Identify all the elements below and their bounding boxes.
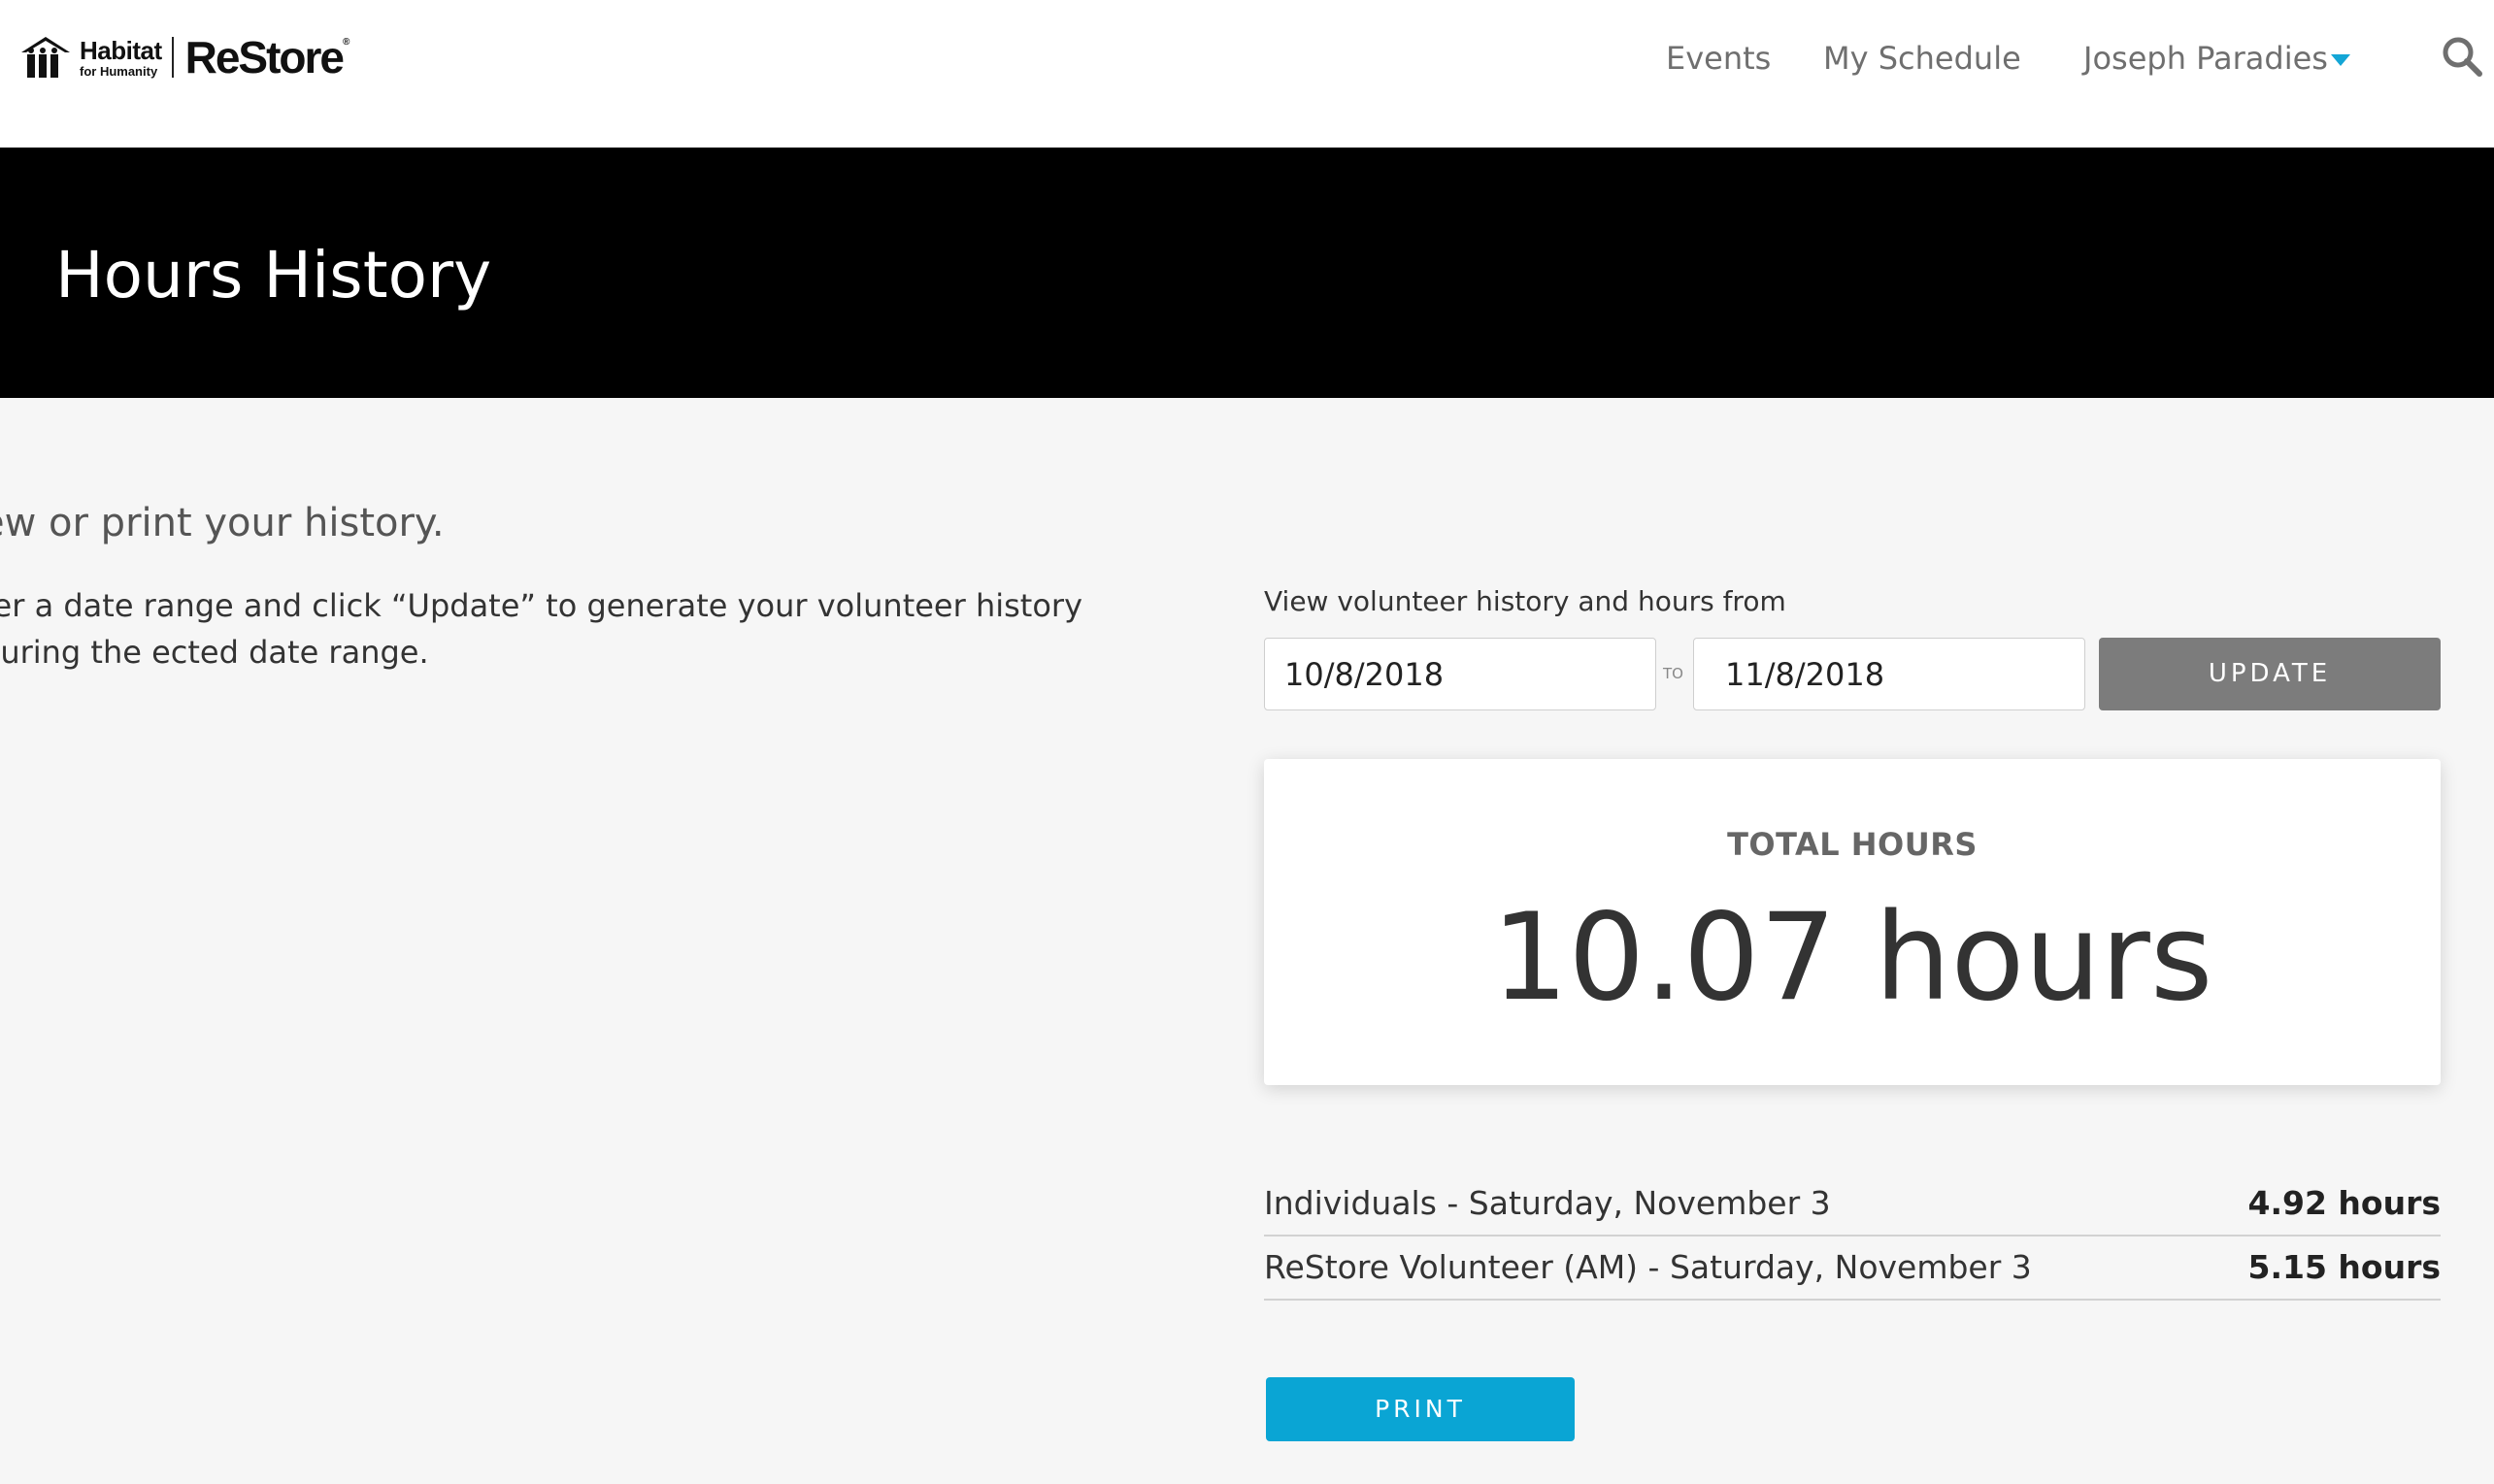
habitat-house-icon xyxy=(21,37,70,78)
intro-text: ter a date range and click “Update” to g… xyxy=(0,587,1082,671)
total-hours-value: 10.07 hours xyxy=(1491,888,2213,1028)
search-icon[interactable] xyxy=(2441,35,2483,78)
history-list: Individuals - Saturday, November 3 4.92 … xyxy=(1264,1172,2441,1301)
user-menu[interactable]: Joseph Paradies xyxy=(2083,37,2328,80)
chevron-down-icon[interactable] xyxy=(2331,54,2350,66)
to-label: TO xyxy=(1663,665,1683,682)
event-hours: 5.15 hours xyxy=(2247,1248,2441,1286)
for-humanity-text: for Humanity xyxy=(80,63,158,79)
start-date-field[interactable] xyxy=(1264,638,1656,710)
restore-logo[interactable]: Habitat for Humanity ReStore® xyxy=(19,31,349,83)
nav-my-schedule[interactable]: My Schedule xyxy=(1823,37,2021,80)
total-hours-label: TOTAL HOURS xyxy=(1727,826,1978,863)
end-date-field[interactable] xyxy=(1693,638,2085,710)
event-name: Individuals - Saturday, November 3 xyxy=(1264,1184,1831,1222)
registered-mark: ® xyxy=(343,37,350,48)
habitat-wordmark: Habitat for Humanity xyxy=(80,38,162,78)
restore-text: ReStore xyxy=(184,32,345,82)
total-hours-card: TOTAL HOURS 10.07 hours xyxy=(1264,759,2441,1085)
habitat-text: Habitat xyxy=(80,35,162,65)
logo-divider xyxy=(171,37,174,78)
page-title: Hours History xyxy=(55,238,492,313)
page-banner: Hours History xyxy=(0,148,2494,398)
list-item: ReStore Volunteer (AM) - Saturday, Novem… xyxy=(1264,1237,2441,1301)
date-range-label: View volunteer history and hours from xyxy=(1264,585,1786,617)
list-item: Individuals - Saturday, November 3 4.92 … xyxy=(1264,1172,2441,1237)
top-navbar: Habitat for Humanity ReStore® Events My … xyxy=(0,0,2494,148)
update-button[interactable]: UPDATE xyxy=(2099,638,2441,710)
event-hours: 4.92 hours xyxy=(2247,1184,2441,1222)
print-button[interactable]: PRINT xyxy=(1266,1377,1575,1441)
nav-events[interactable]: Events xyxy=(1666,37,1771,80)
intro-heading: ew or print your history. xyxy=(0,501,445,545)
event-name: ReStore Volunteer (AM) - Saturday, Novem… xyxy=(1264,1248,2032,1286)
restore-wordmark: ReStore® xyxy=(185,31,350,83)
